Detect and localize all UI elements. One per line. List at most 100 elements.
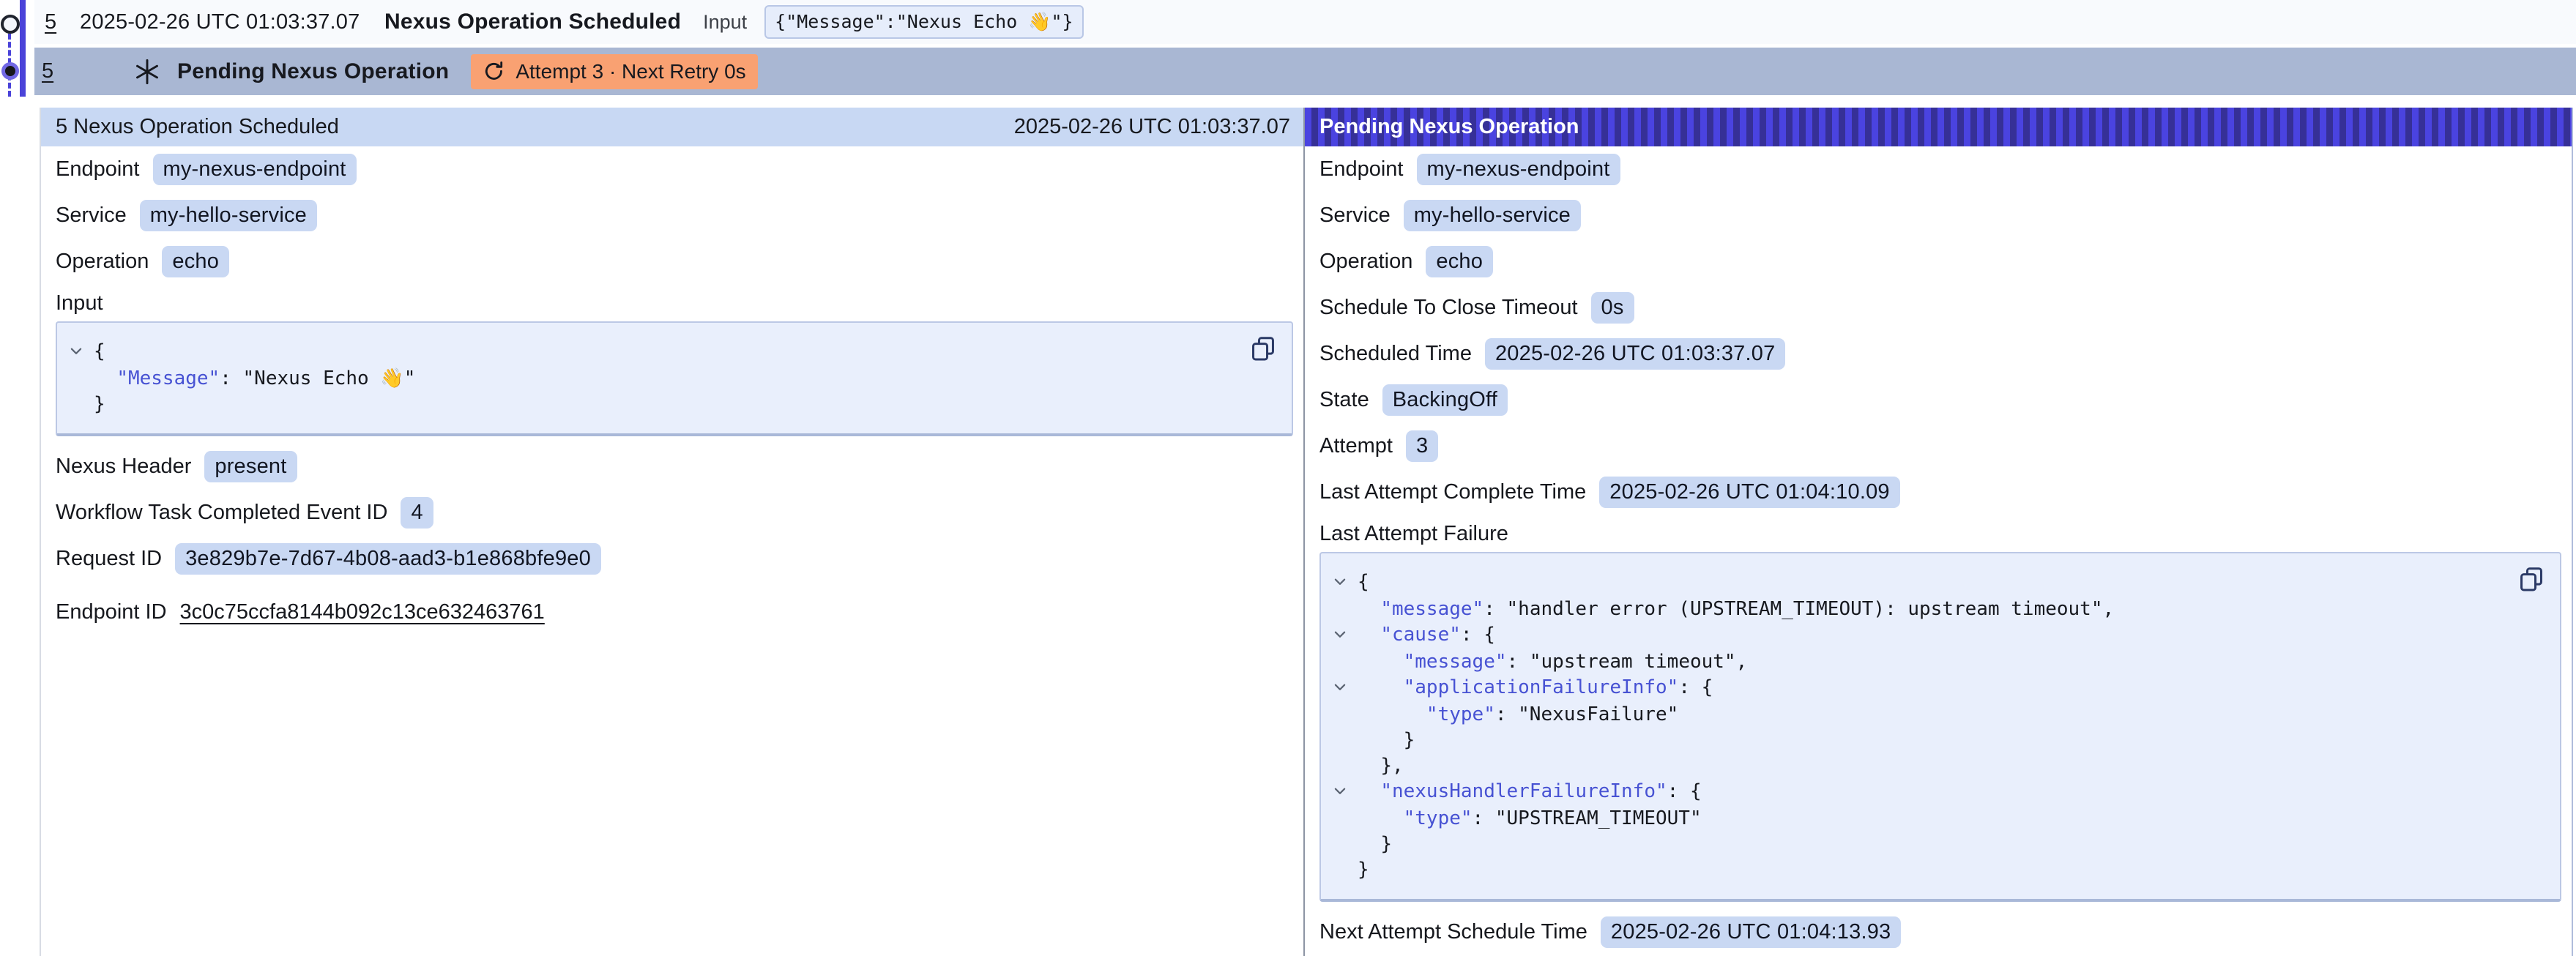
json-line: "Message": "Nexus Echo 👋" — [69, 366, 1240, 392]
field-value-badge: 0s — [1591, 292, 1634, 324]
field-value-badge: echo — [1426, 246, 1493, 277]
field-schedule-to-close-timeout: Schedule To Close Timeout 0s — [1319, 285, 2561, 331]
json-value: }, — [1380, 753, 1403, 779]
field-value-badge: 3e829b7e-7d67-4b08-aad3-b1e868bfe9e0 — [175, 543, 601, 575]
collapse-toggle[interactable] — [69, 339, 94, 366]
event-history-view: 5 2025-02-26 UTC 01:03:37.07 Nexus Opera… — [0, 0, 2576, 956]
json-line: } — [1333, 857, 2509, 883]
retry-icon — [483, 60, 505, 83]
field-label: Operation — [1319, 250, 1412, 274]
chevron-down-icon[interactable] — [69, 344, 83, 359]
event-detail-title: 5 Nexus Operation Scheduled — [56, 115, 339, 139]
field-state: State BackingOff — [1319, 377, 2561, 423]
json-value: } — [1404, 728, 1415, 753]
copy-button[interactable] — [1249, 335, 1277, 362]
json-line: "nexusHandlerFailureInfo": { — [1333, 779, 2509, 806]
field-value-badge: 2025-02-26 UTC 01:04:13.93 — [1601, 916, 1901, 948]
field-value-badge: my-hello-service — [1404, 200, 1581, 231]
event-input-label: Input — [703, 11, 747, 34]
json-value: } — [1358, 857, 1369, 883]
field-label: Next Attempt Schedule Time — [1319, 920, 1587, 944]
pending-operation-header: Pending Nexus Operation — [1305, 108, 2572, 146]
field-value-badge: 3 — [1406, 430, 1438, 462]
field-label: Last Attempt Complete Time — [1319, 480, 1586, 504]
json-line: "message": "handler error (UPSTREAM_TIME… — [1333, 597, 2509, 622]
code-gutter — [1333, 806, 1358, 832]
json-line: } — [69, 392, 1240, 417]
timeline-pending-dot-icon — [1, 62, 19, 80]
event-row-nexus-operation-scheduled[interactable]: 5 2025-02-26 UTC 01:03:37.07 Nexus Opera… — [34, 0, 2576, 44]
json-value: : { — [1667, 779, 1702, 806]
event-detail-timestamp: 2025-02-26 UTC 01:03:37.07 — [1014, 115, 1290, 139]
json-value: : "upstream timeout", — [1507, 649, 1748, 675]
event-title: Nexus Operation Scheduled — [384, 10, 681, 34]
json-value: : { — [1678, 675, 1713, 702]
chevron-down-icon[interactable] — [1333, 627, 1347, 642]
event-row-pending-nexus-operation[interactable]: 5 Pending Nexus Operation Attempt 3 · Ne… — [34, 48, 2576, 95]
json-value: : "UPSTREAM_TIMEOUT" — [1473, 806, 1702, 832]
collapse-toggle[interactable] — [1333, 779, 1358, 806]
json-key: "type" — [1426, 702, 1495, 728]
endpoint-id-link[interactable]: 3c0c75ccfa8144b092c13ce632463761 — [180, 600, 545, 624]
field-value-badge: my-nexus-endpoint — [153, 154, 357, 185]
field-value-badge: 2025-02-26 UTC 01:03:37.07 — [1485, 338, 1785, 370]
json-key: "nexusHandlerFailureInfo" — [1380, 779, 1667, 806]
field-label: Nexus Header — [56, 455, 191, 479]
event-id-link[interactable]: 5 — [45, 10, 80, 34]
field-label: Workflow Task Completed Event ID — [56, 501, 387, 525]
pending-operation-title: Pending Nexus Operation — [1319, 115, 1579, 139]
code-gutter — [1333, 728, 1358, 753]
timeline-active-bar — [20, 0, 26, 97]
field-last-attempt-complete-time: Last Attempt Complete Time 2025-02-26 UT… — [1319, 469, 2561, 515]
copy-icon — [2517, 565, 2545, 593]
json-value: : "Nexus Echo 👋" — [220, 366, 415, 392]
retry-badge-text: Attempt 3 · Next Retry 0s — [515, 60, 745, 83]
json-value: : { — [1461, 622, 1495, 649]
json-key: "Message" — [116, 366, 220, 392]
json-value: : "handler error (UPSTREAM_TIMEOUT): ups… — [1484, 597, 2114, 622]
chevron-down-icon[interactable] — [1333, 680, 1347, 695]
field-endpoint: Endpoint my-nexus-endpoint — [1319, 146, 2561, 193]
event-timestamp: 2025-02-26 UTC 01:03:37.07 — [80, 10, 384, 34]
json-key: "cause" — [1380, 622, 1461, 649]
retry-status-badge: Attempt 3 · Next Retry 0s — [471, 54, 757, 89]
code-gutter — [1333, 753, 1358, 779]
json-value: } — [1380, 832, 1392, 857]
json-value: : "NexusFailure" — [1495, 702, 1678, 728]
collapse-toggle[interactable] — [1333, 622, 1358, 649]
chevron-down-icon[interactable] — [1333, 575, 1347, 589]
pending-event-id-link[interactable]: 5 — [42, 59, 133, 83]
field-label: Endpoint — [56, 157, 140, 182]
field-label: Service — [1319, 203, 1391, 228]
pending-asterisk-icon — [133, 58, 161, 86]
json-line: "applicationFailureInfo": { — [1333, 675, 2509, 702]
input-section-label: Input — [56, 285, 1293, 321]
field-value-badge: echo — [162, 246, 229, 277]
field-request-id: Request ID 3e829b7e-7d67-4b08-aad3-b1e86… — [56, 536, 1293, 582]
field-next-attempt-schedule-time: Next Attempt Schedule Time 2025-02-26 UT… — [1319, 909, 2561, 955]
event-input-preview-badge[interactable]: {"Message":"Nexus Echo 👋"} — [764, 5, 1083, 39]
code-gutter — [1333, 857, 1358, 883]
json-value: { — [94, 339, 105, 366]
field-attempt: Attempt 3 — [1319, 423, 2561, 469]
collapse-toggle[interactable] — [1333, 570, 1358, 597]
json-value: } — [94, 392, 105, 417]
json-key: "type" — [1404, 806, 1473, 832]
json-key: "message" — [1380, 597, 1484, 622]
json-line: }, — [1333, 753, 2509, 779]
field-label: Scheduled Time — [1319, 342, 1472, 366]
field-value-badge: my-nexus-endpoint — [1417, 154, 1620, 185]
json-line: } — [1333, 832, 2509, 857]
field-operation: Operation echo — [1319, 239, 2561, 285]
field-endpoint: Endpoint my-nexus-endpoint — [56, 146, 1293, 193]
copy-button[interactable] — [2517, 565, 2545, 593]
pending-operation-panel: Pending Nexus Operation Endpoint my-nexu… — [1303, 108, 2573, 956]
json-value: { — [1358, 570, 1369, 597]
field-value-badge: BackingOff — [1382, 384, 1508, 416]
field-value-badge: 4 — [401, 497, 433, 529]
input-json-viewer: { "Message": "Nexus Echo 👋"} — [56, 321, 1293, 436]
json-line: "type": "UPSTREAM_TIMEOUT" — [1333, 806, 2509, 832]
collapse-toggle[interactable] — [1333, 675, 1358, 702]
chevron-down-icon[interactable] — [1333, 784, 1347, 799]
field-label: Endpoint ID — [56, 600, 167, 624]
